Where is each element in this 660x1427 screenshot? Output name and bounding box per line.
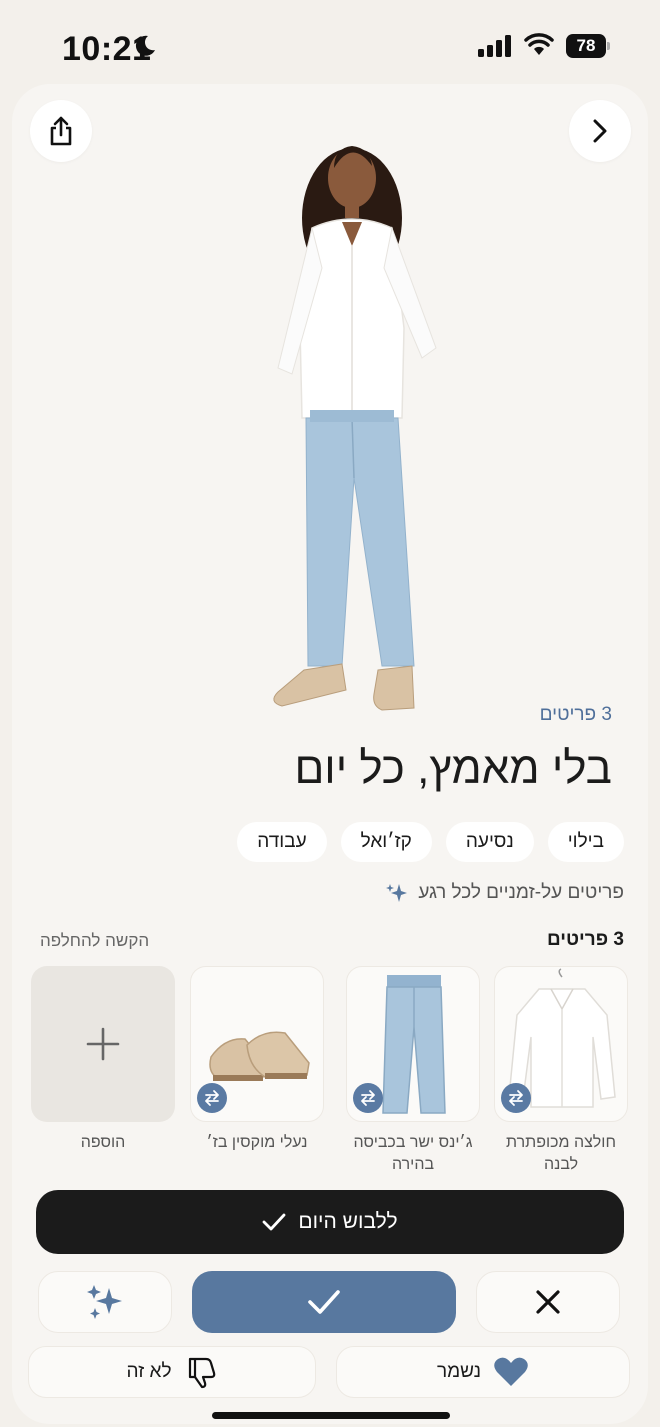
swap-arrows-icon <box>361 1090 375 1106</box>
tag-chip[interactable]: קז׳ואל <box>340 822 432 862</box>
add-item-card[interactable]: הוספה <box>31 966 175 1154</box>
item-label: ג׳ינס ישר בכביסה בהירה <box>353 1134 473 1173</box>
cellular-signal-icon <box>478 35 511 57</box>
item-thumbnail <box>190 966 324 1122</box>
moon-icon <box>135 35 155 56</box>
next-button[interactable] <box>569 100 631 162</box>
swap-arrows-icon <box>205 1090 219 1106</box>
outfit-card: 3 פריטים בלי מאמץ, כל יום בילוי נסיעה קז… <box>12 84 648 1424</box>
status-bar: 10:21 78 <box>0 0 660 90</box>
item-thumbnail <box>346 966 480 1122</box>
wifi-icon <box>524 33 554 55</box>
reject-button[interactable] <box>476 1271 620 1333</box>
add-item-label: הוספה <box>80 1134 126 1151</box>
outfit-subtitle: פריטים על-זמניים לכל רגע <box>386 882 624 904</box>
tag-chip[interactable]: בילוי <box>547 822 624 862</box>
swap-button[interactable] <box>501 1083 531 1113</box>
checkmark-icon <box>262 1213 286 1231</box>
wear-today-button[interactable]: ללבוש היום <box>36 1190 624 1254</box>
items-count-label: 3 פריטים <box>539 704 612 725</box>
saved-button[interactable]: נשמר <box>336 1346 630 1398</box>
swap-hint: הקשה להחלפה <box>40 931 150 950</box>
add-item-thumbnail <box>31 966 175 1122</box>
item-label: נעלי מוקסין בז׳ <box>206 1134 308 1151</box>
thumbs-down-icon <box>188 1357 215 1389</box>
item-card-loafers[interactable]: נעלי מוקסין בז׳ <box>190 966 324 1154</box>
battery-indicator: 78 <box>566 34 610 58</box>
saved-label: נשמר <box>436 1361 482 1382</box>
swap-button[interactable] <box>353 1083 383 1113</box>
not-this-label: לא זה <box>126 1361 172 1382</box>
close-icon <box>536 1290 560 1314</box>
battery-tip <box>607 42 610 50</box>
swap-arrows-icon <box>509 1090 523 1106</box>
battery-level: 78 <box>566 34 606 58</box>
accept-button[interactable] <box>192 1271 456 1333</box>
checkmark-icon <box>308 1290 340 1314</box>
ai-suggest-button[interactable] <box>38 1271 172 1333</box>
item-label: חולצה מכופתרת לבנה <box>506 1134 616 1173</box>
swap-button[interactable] <box>197 1083 227 1113</box>
item-card-shirt[interactable]: חולצה מכופתרת לבנה <box>494 966 628 1176</box>
items-header-count: 3 פריטים <box>546 929 624 950</box>
tag-chip[interactable]: עבודה <box>237 822 327 862</box>
chevron-right-icon <box>593 119 607 143</box>
tag-chip[interactable]: נסיעה <box>445 822 534 862</box>
outfit-title: בלי מאמץ, כל יום <box>294 744 612 793</box>
share-button[interactable] <box>30 100 92 162</box>
item-thumbnail <box>494 966 628 1122</box>
heart-icon <box>494 1357 528 1386</box>
not-this-button[interactable]: לא זה <box>28 1346 316 1398</box>
tag-list: בילוי נסיעה קז׳ואל עבודה <box>237 822 624 862</box>
outfit-model-image <box>273 146 437 711</box>
subtitle-text: פריטים על-זמניים לכל רגע <box>418 882 624 903</box>
item-card-jeans[interactable]: ג׳ינס ישר בכביסה בהירה <box>346 966 480 1176</box>
sparkles-icon <box>87 1285 122 1319</box>
wear-today-label: ללבוש היום <box>298 1210 398 1233</box>
plus-icon <box>86 1027 120 1061</box>
home-indicator[interactable] <box>212 1412 450 1419</box>
sparkles-icon <box>386 884 408 902</box>
share-icon <box>50 116 72 146</box>
